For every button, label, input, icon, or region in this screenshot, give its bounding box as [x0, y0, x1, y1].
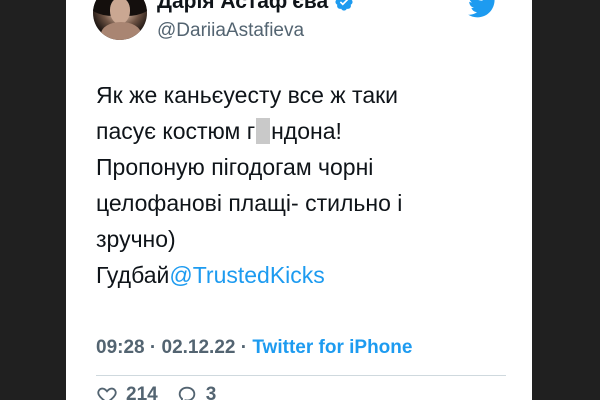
author-handle[interactable]: @DariiaAstafieva — [157, 20, 304, 42]
tweet-line-6-text: Гудбай — [96, 262, 170, 288]
tweet-time[interactable]: 09:28 — [96, 337, 145, 358]
divider — [96, 375, 506, 376]
tweet-line-4: целофанові плащі- стильно і — [96, 190, 403, 216]
mention-link[interactable]: @TrustedKicks — [169, 262, 324, 288]
heart-icon[interactable] — [96, 384, 118, 400]
tweet-text: Як же каньєуесту все ж таки пасує костюм… — [96, 77, 516, 293]
tweet-date[interactable]: 02.12.22 — [162, 337, 236, 358]
like-stat[interactable]: 214 — [96, 384, 158, 400]
tweet-line-3: Пропоную пігодогам чорні — [96, 154, 374, 180]
avatar[interactable] — [93, 0, 147, 40]
tweet-stats: 214 3 — [96, 384, 234, 400]
like-count: 214 — [126, 384, 158, 400]
reply-stat[interactable]: 3 — [176, 384, 217, 400]
tweet-line-2: пасує костюм г ндона! — [96, 113, 516, 149]
censor-block — [256, 118, 271, 144]
tweet-line-6: Гудбай@TrustedKicks — [96, 257, 516, 293]
reply-count: 3 — [205, 384, 217, 400]
tweet-line-2-start: пасує костюм г — [96, 118, 256, 144]
tweet-meta: 09:28 · 02.12.22 · Twitter for iPhone — [96, 337, 412, 359]
author-name-row[interactable]: Дарія Астаф'єва — [157, 0, 354, 14]
screenshot-frame: Дарія Астаф'єва @DariiaAstafieva Як же к… — [0, 0, 600, 400]
tweet-card: Дарія Астаф'єва @DariiaAstafieva Як же к… — [66, 0, 532, 400]
tweet-line-5: зручно) — [96, 226, 176, 252]
twitter-bird-icon[interactable] — [466, 0, 500, 20]
verified-badge-icon — [335, 0, 353, 11]
tweet-line-1: Як же каньєуесту все ж таки — [96, 82, 399, 108]
reply-bubble-icon[interactable] — [176, 384, 198, 400]
tweet-source-link[interactable]: Twitter for iPhone — [252, 337, 412, 358]
avatar-face — [110, 0, 130, 24]
tweet-line-2-end: ндона! — [271, 118, 342, 144]
author-display-name[interactable]: Дарія Астаф'єва — [157, 0, 328, 14]
meta-separator-1: · — [149, 337, 157, 358]
meta-separator-2: · — [240, 337, 248, 358]
avatar-shoulder — [101, 22, 141, 40]
